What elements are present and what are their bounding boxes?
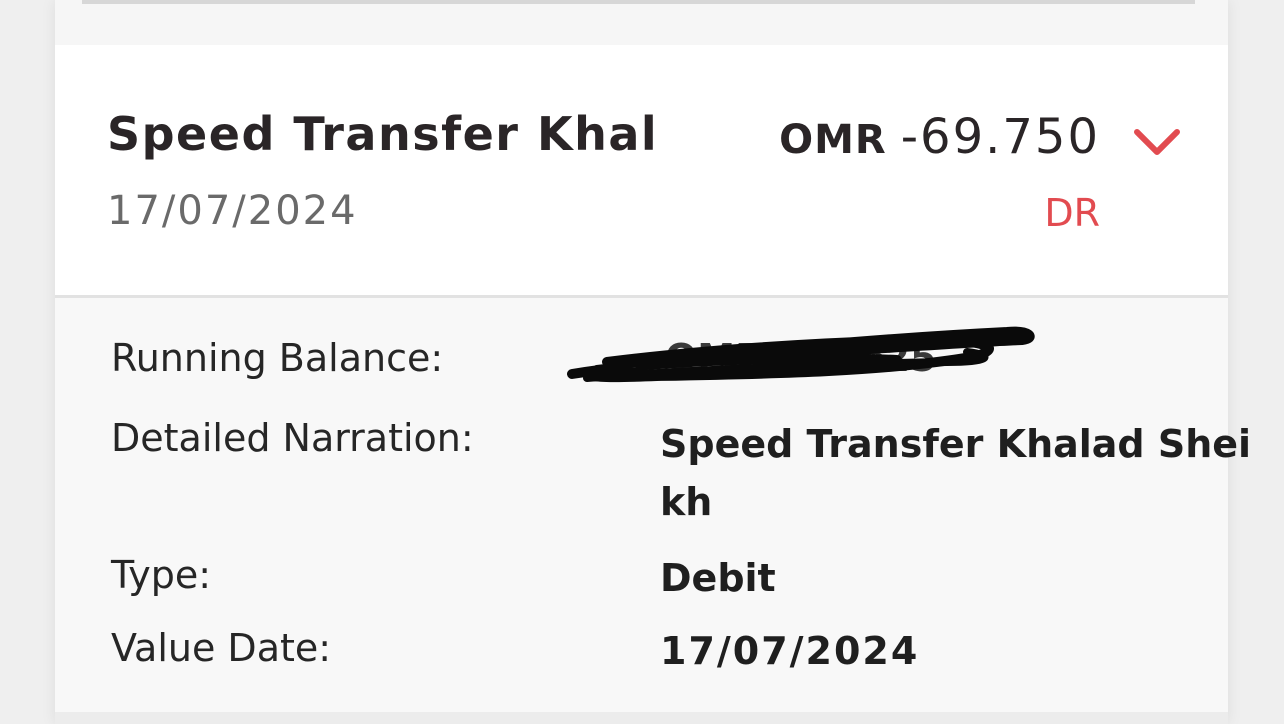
narration-line-2: kh: [660, 480, 713, 524]
transaction-title: Speed Transfer Khal: [107, 107, 659, 161]
transaction-card: Speed Transfer Khal 17/07/2024 OMR -69.7…: [55, 0, 1251, 724]
type-label: Type:: [111, 553, 212, 597]
top-divider: [82, 0, 1195, 4]
debit-credit-indicator: DR: [1044, 191, 1100, 235]
page: Speed Transfer Khal 17/07/2024 OMR -69.7…: [0, 0, 1284, 724]
value-date-value: 17/07/2024: [660, 629, 920, 673]
transaction-header[interactable]: Speed Transfer Khal 17/07/2024 OMR -69.7…: [55, 45, 1228, 298]
redaction-scribble: [567, 326, 1035, 383]
detailed-narration-value: Speed Transfer Khalad Shei kh: [660, 415, 1251, 531]
value-date-label: Value Date:: [111, 626, 332, 670]
chevron-down-icon[interactable]: [1133, 127, 1181, 157]
running-balance-label: Running Balance:: [111, 336, 444, 380]
detailed-narration-label: Detailed Narration:: [111, 416, 474, 460]
transaction-amount: OMR -69.750: [779, 109, 1100, 165]
transaction-details: Running Balance: OMR 7****25 Detailed Na…: [55, 298, 1251, 712]
card-bottom-edge: [55, 712, 1228, 724]
type-value: Debit: [660, 556, 776, 600]
narration-line-1: Speed Transfer Khalad Shei: [660, 422, 1252, 466]
amount-value: -69.750: [900, 109, 1100, 165]
amount-currency: OMR: [779, 117, 887, 163]
transaction-date: 17/07/2024: [107, 188, 358, 234]
